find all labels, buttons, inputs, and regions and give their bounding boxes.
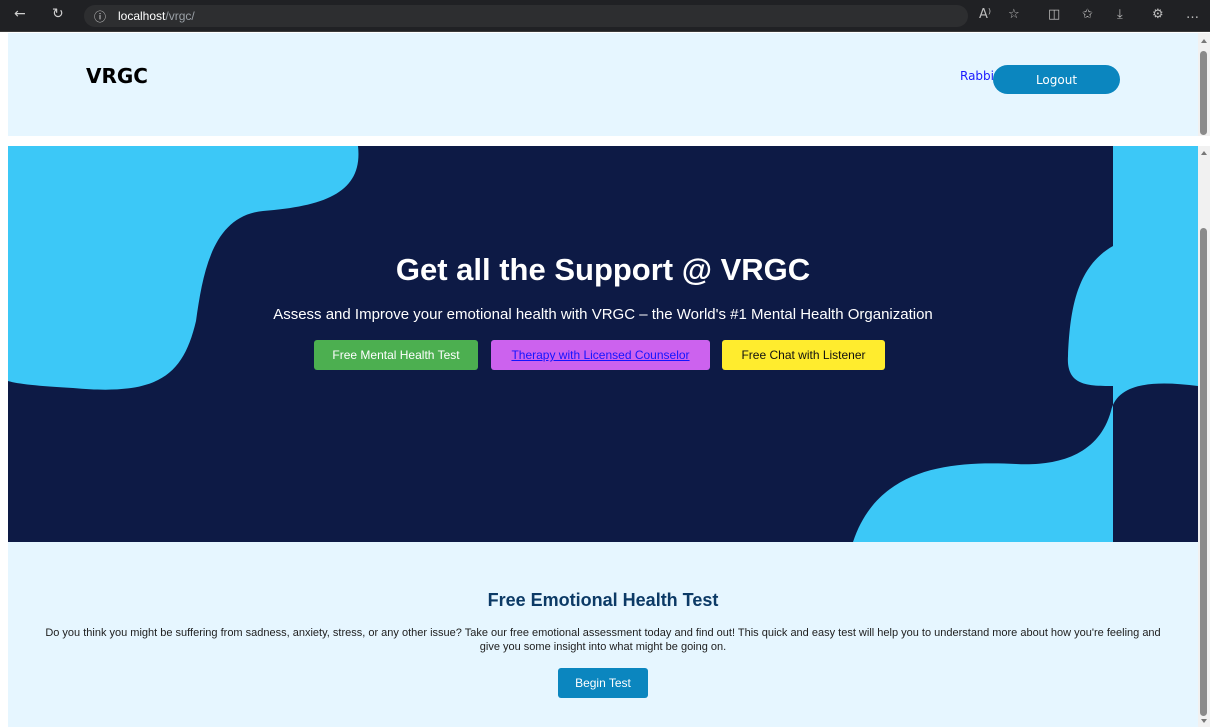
info-icon[interactable]: ⓘ: [94, 8, 106, 25]
scroll-down-icon[interactable]: [1201, 719, 1207, 723]
read-aloud-icon[interactable]: A⁾: [979, 7, 991, 22]
more-icon[interactable]: …: [1186, 7, 1199, 22]
free-chat-listener-button[interactable]: Free Chat with Listener: [722, 340, 885, 370]
favorites-icon[interactable]: ✩: [1082, 7, 1093, 22]
url-text: localhost/vrgc/: [118, 9, 195, 23]
therapy-counselor-button[interactable]: Therapy with Licensed Counselor: [491, 340, 710, 370]
extensions-icon[interactable]: ⚙: [1152, 7, 1164, 22]
scrollbar-thumb[interactable]: [1200, 51, 1207, 135]
emotional-test-section: Free Emotional Health Test Do you think …: [8, 542, 1198, 727]
username-label: Rabbi: [960, 69, 994, 83]
page-viewport: VRGC Rabbi Logout Get all the Support @ …: [8, 33, 1198, 727]
browser-toolbar: ← ↻ ⓘ localhost/vrgc/ A⁾ ☆ ◫ ✩ ⤓ ⚙ …: [0, 0, 1210, 32]
download-icon[interactable]: ⤓: [1117, 7, 1123, 22]
free-mental-health-test-button[interactable]: Free Mental Health Test: [314, 340, 478, 370]
hero-subtitle: Assess and Improve your emotional health…: [273, 306, 933, 323]
scrollbar-divider: [1198, 136, 1210, 146]
split-screen-icon[interactable]: ◫: [1048, 7, 1060, 22]
brand-logo[interactable]: VRGC: [86, 64, 148, 88]
scrollbar[interactable]: [1198, 33, 1210, 727]
reload-icon[interactable]: ↻: [52, 6, 64, 22]
logout-button[interactable]: Logout: [993, 65, 1120, 94]
scrollbar-thumb[interactable]: [1200, 228, 1207, 716]
address-bar[interactable]: ⓘ localhost/vrgc/: [84, 5, 968, 27]
scroll-up-icon[interactable]: [1201, 151, 1207, 155]
url-host: localhost: [118, 9, 166, 23]
site-header: VRGC Rabbi Logout: [8, 33, 1198, 136]
test-description: Do you think you might be suffering from…: [45, 627, 1161, 653]
begin-test-button[interactable]: Begin Test: [558, 668, 648, 698]
url-path: /vrgc/: [165, 9, 195, 23]
hero-title: Get all the Support @ VRGC: [395, 252, 811, 287]
scroll-up-icon[interactable]: [1201, 39, 1207, 43]
favorite-star-icon[interactable]: ☆: [1008, 7, 1020, 22]
back-arrow-icon[interactable]: ←: [14, 6, 26, 22]
hero-banner: Get all the Support @ VRGC Assess and Im…: [8, 146, 1198, 542]
test-title: Free Emotional Health Test: [487, 590, 719, 610]
right-blob: [853, 146, 1198, 542]
